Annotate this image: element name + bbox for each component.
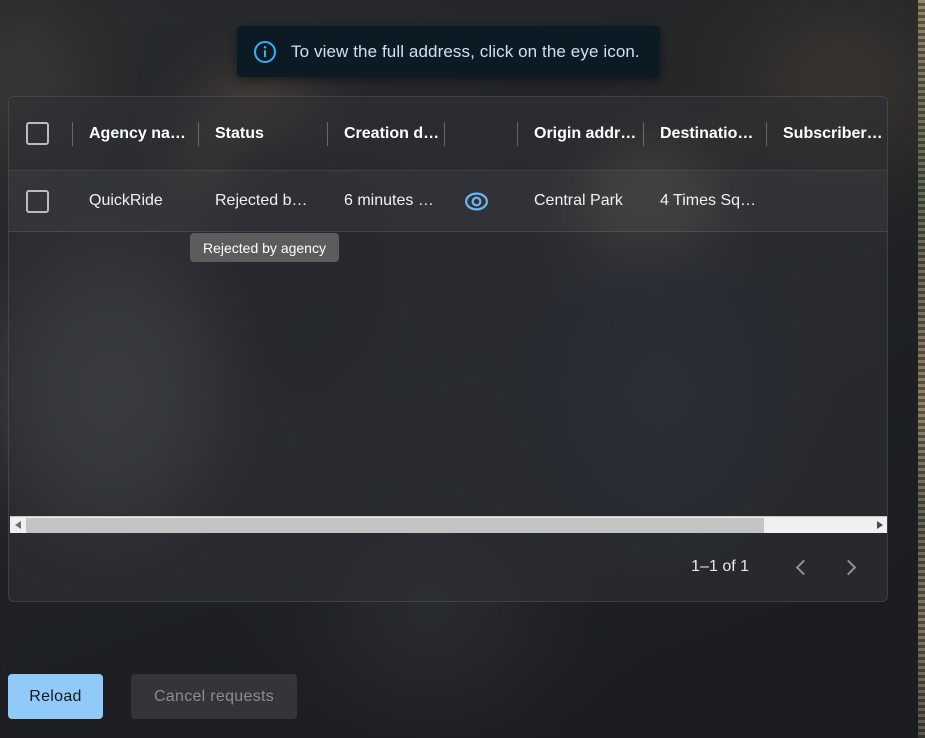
table-header-row: Agency na… Status Creation d… Origin add… <box>9 97 887 171</box>
cell-status: Rejected b… <box>215 192 308 209</box>
table-viewport: Agency na… Status Creation d… Origin add… <box>9 97 887 516</box>
column-header-status[interactable]: Status <box>199 125 327 143</box>
scroll-right-arrow[interactable] <box>872 517 887 533</box>
cancel-requests-button: Cancel requests <box>131 674 297 719</box>
column-divider <box>444 121 445 146</box>
toast-message: To view the full address, click on the e… <box>291 41 640 61</box>
info-toast: To view the full address, click on the e… <box>237 26 660 77</box>
app-root: To view the full address, click on the e… <box>0 0 925 738</box>
cell-destination: 4 Times Sq… <box>660 192 757 209</box>
scroll-left-arrow[interactable] <box>10 517 26 533</box>
column-header-subscriber[interactable]: Subscriber… <box>767 125 887 143</box>
pagination: 1–1 of 1 <box>691 533 871 601</box>
row-checkbox-cell[interactable] <box>26 189 72 213</box>
cell-origin-address: Central Park <box>534 192 623 209</box>
pagination-previous-button[interactable] <box>781 546 823 588</box>
cell-creation-date: 6 minutes … <box>344 192 434 209</box>
chevron-left-icon <box>795 559 812 575</box>
row-select-checkbox[interactable] <box>26 189 49 213</box>
scrollbar-thumb[interactable] <box>26 518 764 533</box>
column-header-origin-address[interactable]: Origin addr… <box>518 125 643 143</box>
status-tooltip: Rejected by agency <box>190 233 339 262</box>
cell-eye[interactable] <box>445 186 517 216</box>
requests-table-card: Agency na… Status Creation d… Origin add… <box>8 96 888 602</box>
horizontal-scrollbar[interactable] <box>10 516 887 533</box>
info-circle-icon <box>253 40 277 64</box>
background-edge-strip <box>918 0 925 738</box>
pagination-range-label: 1–1 of 1 <box>691 558 749 575</box>
cell-agency-name: QuickRide <box>89 192 163 209</box>
column-header-destination[interactable]: Destinatio… <box>644 125 766 143</box>
action-bar: Reload Cancel requests <box>8 674 297 719</box>
column-header-creation-date[interactable]: Creation d… <box>328 125 444 143</box>
column-header-agency-name[interactable]: Agency na… <box>73 125 198 143</box>
table-row[interactable]: QuickRide Rejected b… 6 minutes … Centra… <box>9 171 887 232</box>
triangle-left-icon <box>15 521 21 529</box>
select-all-checkbox[interactable] <box>26 122 49 145</box>
reload-button[interactable]: Reload <box>8 674 103 719</box>
eye-icon[interactable] <box>461 186 491 216</box>
row-spacer <box>766 189 767 213</box>
pagination-next-button[interactable] <box>829 546 871 588</box>
triangle-right-icon <box>877 521 883 529</box>
chevron-right-icon <box>840 559 857 575</box>
scrollbar-track[interactable] <box>26 517 872 533</box>
select-all-checkbox-cell[interactable] <box>26 122 72 145</box>
